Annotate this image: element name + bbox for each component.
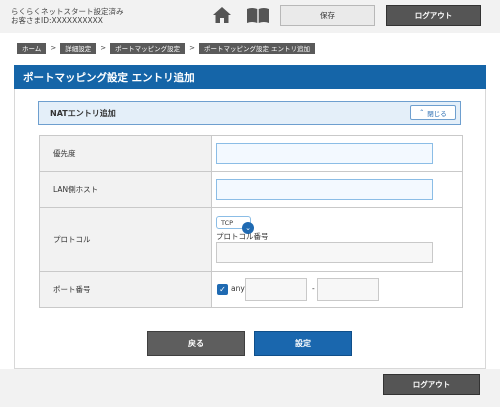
- protocol-selected-value: TCP: [221, 218, 234, 227]
- breadcrumb-home[interactable]: ホーム: [17, 42, 47, 54]
- page-title: ポートマッピング設定 エントリ追加: [14, 65, 486, 89]
- collapse-label: 閉じる: [427, 109, 447, 118]
- lan-host-row: LAN側ホスト: [39, 171, 463, 208]
- priority-input[interactable]: [216, 143, 433, 164]
- port-from-input[interactable]: [245, 278, 307, 301]
- priority-row: 優先度: [39, 135, 463, 172]
- breadcrumb-current: ポートマッピング設定 エントリ追加: [198, 42, 316, 54]
- logout-button-top[interactable]: ログアウト: [386, 5, 481, 26]
- priority-label: 優先度: [39, 135, 212, 172]
- port-range-separator: -: [312, 284, 315, 293]
- port-label: ポート番号: [39, 271, 212, 308]
- breadcrumb: ホーム > 詳細設定 > ポートマッピング設定 > ポートマッピング設定 エント…: [17, 42, 316, 54]
- logout-button-bottom[interactable]: ログアウト: [383, 374, 480, 395]
- submit-button[interactable]: 設定: [254, 331, 352, 356]
- breadcrumb-advanced-settings[interactable]: 詳細設定: [60, 42, 97, 54]
- breadcrumb-port-mapping[interactable]: ポートマッピング設定: [110, 42, 186, 54]
- back-button[interactable]: 戻る: [147, 331, 245, 356]
- header-bar: らくらくネットスタート設定済み お客さまID:XXXXXXXXXX 保存 ログア…: [0, 0, 500, 33]
- breadcrumb-separator: >: [189, 44, 195, 52]
- section-header: NATエントリ追加: [38, 101, 461, 125]
- customer-id-text: お客さまID:XXXXXXXXXX: [11, 16, 103, 25]
- breadcrumb-separator: >: [100, 44, 107, 52]
- section-title: NATエントリ追加: [50, 108, 116, 118]
- manual-book-icon[interactable]: [246, 7, 270, 24]
- any-port-checkbox[interactable]: ✓: [217, 284, 228, 295]
- caret-up-icon: ⌃: [419, 109, 425, 116]
- port-row: ポート番号 ✓ any -: [39, 271, 463, 308]
- breadcrumb-separator: >: [50, 44, 57, 52]
- save-button[interactable]: 保存: [280, 5, 375, 26]
- protocol-select[interactable]: TCP ⌄: [216, 216, 254, 234]
- protocol-label: プロトコル: [39, 207, 212, 272]
- lan-host-label: LAN側ホスト: [39, 171, 212, 208]
- lan-host-input[interactable]: [216, 179, 433, 200]
- protocol-number-input[interactable]: [216, 242, 433, 263]
- protocol-row: プロトコル TCP ⌄ プロトコル番号: [39, 207, 463, 272]
- any-port-label: any: [231, 284, 245, 293]
- home-icon[interactable]: [212, 6, 232, 24]
- nat-entry-form: 優先度 LAN側ホスト プロトコル TCP ⌄ プロトコル番号 ポート番号 ✓ …: [39, 135, 463, 308]
- port-to-input[interactable]: [317, 278, 379, 301]
- collapse-button[interactable]: ⌃ 閉じる: [410, 105, 456, 120]
- protocol-number-label: プロトコル番号: [216, 232, 269, 241]
